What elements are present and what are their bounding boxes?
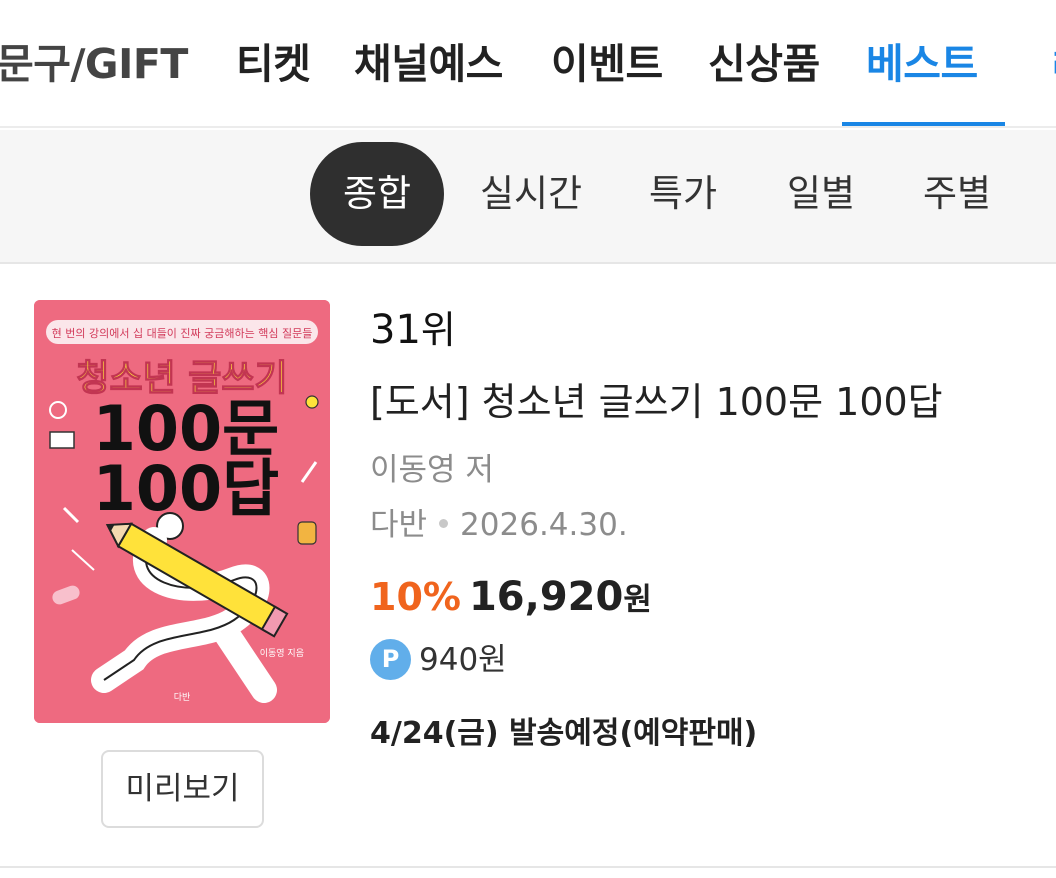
tab-channel-yes[interactable]: 채널예스 (354, 38, 503, 90)
discount-rate: 10% (370, 575, 461, 619)
ranking-filter-bar: 종합 실시간 특가 일별 주별 (0, 130, 1056, 264)
sale-price: 16,920 (468, 574, 624, 620)
tab-next-partial[interactable]: ㄹ (1048, 38, 1056, 90)
filter-chip-realtime[interactable]: 실시간 (466, 142, 596, 246)
cover-author: 이동영 지음 (260, 648, 304, 659)
separator-dot (439, 519, 449, 528)
publisher-row: 다반 2026.4.30. (370, 505, 628, 545)
price-row: 10% 16,920원 (370, 572, 652, 630)
preview-button[interactable]: 미리보기 (101, 750, 264, 828)
product-title[interactable]: [도서] 청소년 글쓰기 100문 100답 (370, 378, 943, 426)
cover-title-line2: 100답 (93, 452, 279, 525)
cover-publisher-mark: 다반 (174, 692, 191, 703)
tab-ticket[interactable]: 티켓 (236, 38, 311, 90)
publisher[interactable]: 다반 (370, 507, 427, 543)
tab-new-arrivals[interactable]: 신상품 (708, 38, 820, 90)
rank: 31위 (370, 308, 456, 352)
tab-event[interactable]: 이벤트 (551, 38, 663, 90)
price-unit: 원 (623, 582, 652, 618)
rank-suffix: 위 (420, 308, 456, 352)
publish-date: 2026.4.30. (460, 507, 628, 543)
rank-number: 31 (370, 307, 421, 353)
tab-stationery-gift[interactable]: 문구/GIFT (0, 38, 188, 90)
filter-chip-overall[interactable]: 종합 (310, 142, 444, 246)
filter-chip-special-price[interactable]: 특가 (632, 142, 734, 246)
point-icon: P (370, 639, 411, 680)
point-row: P 940원 (370, 638, 507, 680)
filter-chip-weekly[interactable]: 주별 (906, 142, 1008, 246)
product-author[interactable]: 이동영 저 (370, 450, 494, 490)
filter-chip-daily[interactable]: 일별 (770, 142, 872, 246)
cover-tagline: 현 번의 강의에서 십 대들이 진짜 궁금해하는 핵심 질문들 (52, 326, 313, 340)
book-cover-image[interactable]: 현 번의 강의에서 십 대들이 진짜 궁금해하는 핵심 질문들 청소년 글쓰기 … (34, 300, 330, 723)
tab-bestseller[interactable]: 베스트 (866, 38, 978, 90)
reward-points: 940원 (419, 641, 507, 678)
active-tab-indicator (842, 122, 1005, 126)
divider (0, 866, 1056, 868)
shipping-info: 4/24(금) 발송예정(예약판매) (370, 716, 758, 751)
category-nav: 문구/GIFT 티켓 채널예스 이벤트 신상품 베스트 ㄹ (0, 0, 1056, 128)
